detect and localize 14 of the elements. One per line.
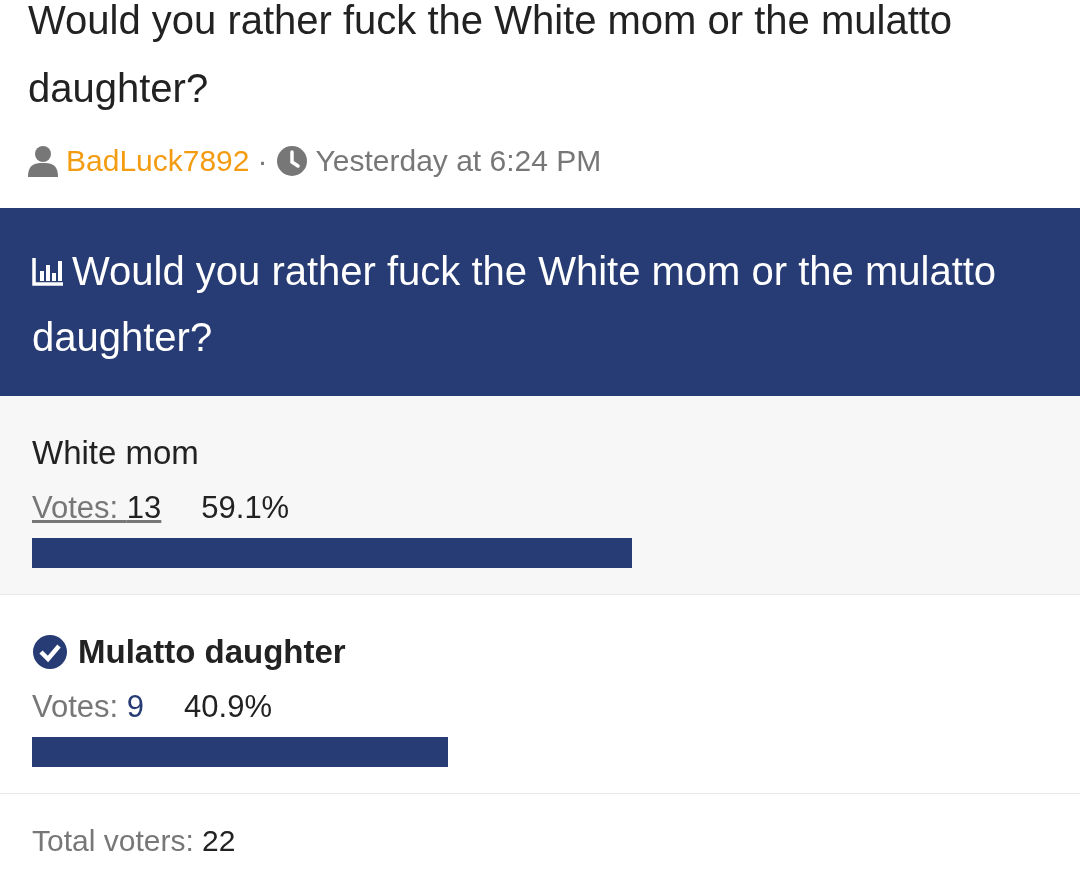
thread-title: Would you rather fuck the White mom or the mulatto daughter? [27,0,954,112]
vote-percent: 40.9% [184,689,272,725]
separator: · [257,144,268,178]
post-time: Yesterday at 6:24 PM [315,144,602,178]
poll-title: Would you rather fuck the White mom or the mulatto daughter? [32,248,998,361]
bar-chart-icon [32,257,64,287]
votes-link[interactable]: Votes: 9 [32,689,145,725]
total-voters: Total voters: 22 [32,824,236,857]
clock-icon [275,145,308,177]
option-label: Mulatto daughter [78,633,346,671]
votes-link[interactable]: Votes: 13 [32,490,162,526]
vote-percent: 59.1% [201,490,290,526]
user-icon [28,145,58,177]
option-label: White mom [32,434,199,472]
